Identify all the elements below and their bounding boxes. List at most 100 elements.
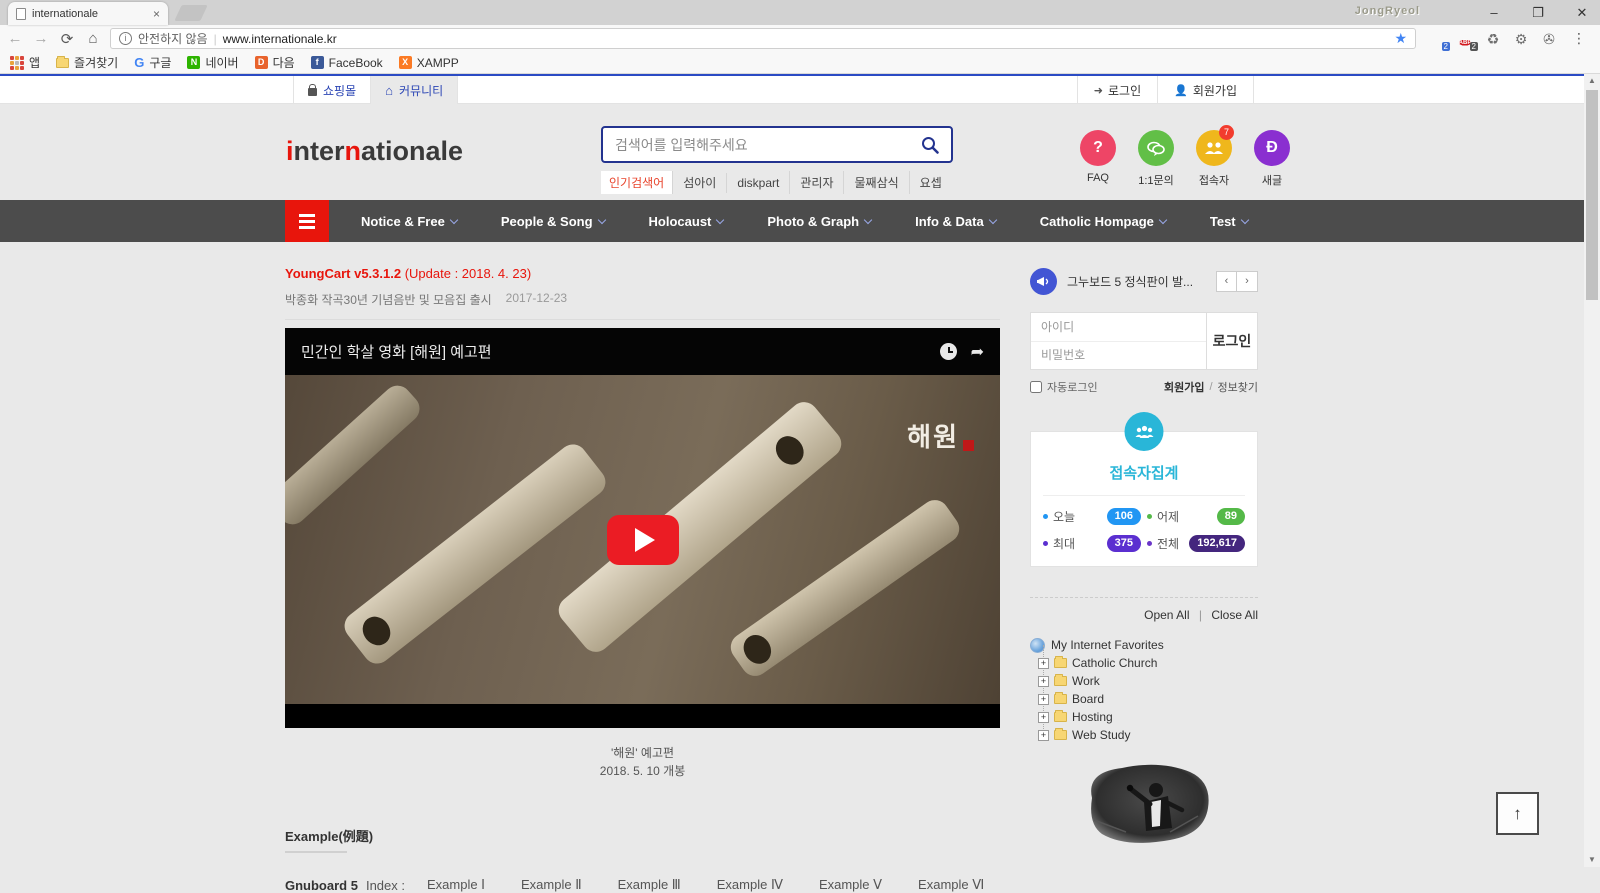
tab-community[interactable]: ⌂ 커뮤니티 (370, 76, 458, 104)
news-item[interactable]: 박종화 작곡30년 기념음반 및 모음집 출시 2017-12-23 (285, 291, 1000, 320)
nav-photo-graph[interactable]: Photo & Graph (745, 214, 893, 229)
bookmark-favorites-folder[interactable]: 즐겨찾기 (56, 54, 118, 71)
bookmark-xampp[interactable]: X XAMPP (399, 56, 459, 70)
new-posts-button[interactable]: Ð 새글 (1250, 130, 1294, 188)
hamburger-menu-icon[interactable] (285, 200, 329, 242)
bookmark-facebook[interactable]: f FaceBook (311, 56, 383, 70)
signup-link[interactable]: 회원가입 (1164, 379, 1204, 395)
page-scrollbar[interactable]: ▲ ▼ (1584, 74, 1600, 867)
adblock-extension-icon[interactable]: ABP 2 (1456, 30, 1474, 48)
tree-folder-board[interactable]: + Board (1038, 690, 1258, 708)
refresh-icon[interactable]: ⟳ (58, 30, 76, 48)
example-link[interactable]: Example Ⅰ (413, 877, 499, 893)
popular-term[interactable]: 요셉 (909, 171, 952, 194)
tree-folder-work[interactable]: + Work (1038, 672, 1258, 690)
tree-folder-web-study[interactable]: + Web Study (1038, 726, 1258, 744)
expand-icon[interactable]: + (1038, 712, 1049, 723)
expand-icon[interactable]: + (1038, 694, 1049, 705)
nav-catholic-hompage[interactable]: Catholic Hompage (1018, 214, 1188, 229)
inquiry-button[interactable]: 1:1문의 (1134, 130, 1178, 188)
nav-test[interactable]: Test (1188, 214, 1270, 229)
chrome-menu-icon[interactable]: ⋮ (1568, 30, 1590, 47)
browser-tab[interactable]: internationale × (8, 2, 168, 25)
site-logo[interactable]: internationale (286, 136, 463, 167)
popular-term[interactable]: 물째삼식 (843, 171, 908, 194)
example-link[interactable]: Example Ⅵ (904, 877, 998, 893)
address-bar[interactable]: i 안전하지 않음 | www.internationale.kr ★ (110, 28, 1416, 49)
nav-info-data[interactable]: Info & Data (893, 214, 1018, 229)
notice-prev-button[interactable]: ‹ (1216, 271, 1237, 292)
naver-icon: N (187, 56, 200, 69)
popular-term[interactable]: 관리자 (789, 171, 843, 194)
back-icon[interactable]: ← (6, 30, 24, 47)
example-link[interactable]: Example Ⅴ (805, 877, 896, 893)
video-title[interactable]: 민간인 학살 영화 [해원] 예고편 (301, 341, 940, 362)
tree-folder-hosting[interactable]: + Hosting (1038, 708, 1258, 726)
translate-extension-icon[interactable]: 2 (1428, 30, 1446, 48)
nav-holocaust[interactable]: Holocaust (627, 214, 746, 229)
share-icon[interactable]: ➦ (971, 342, 984, 362)
example-link[interactable]: Example Ⅲ (604, 877, 695, 893)
nav-notice-free[interactable]: Notice & Free (339, 214, 479, 229)
popular-term[interactable]: 섬아이 (672, 171, 726, 194)
find-info-link[interactable]: 정보찾기 (1218, 379, 1258, 395)
visitors-button[interactable]: 7 접속자 (1192, 130, 1236, 188)
expand-icon[interactable]: + (1038, 658, 1049, 669)
chevron-down-icon (1159, 215, 1167, 223)
watch-later-icon[interactable] (940, 343, 957, 360)
example-link[interactable]: Example Ⅳ (703, 877, 797, 893)
scrollbar-down-icon[interactable]: ▼ (1584, 853, 1600, 867)
scroll-to-top-button[interactable]: ↑ (1496, 792, 1539, 835)
info-icon[interactable]: i (119, 32, 132, 45)
tab-shop[interactable]: 쇼핑몰 (293, 76, 370, 104)
play-button[interactable] (607, 515, 679, 565)
join-link[interactable]: 👤 회원가입 (1157, 76, 1254, 104)
browser-chrome: internationale × JongRyeol – ❐ ✕ ← → ⟳ ⌂… (0, 0, 1600, 74)
stat-yesterday-value: 89 (1217, 508, 1245, 525)
bookmark-star-icon[interactable]: ★ (1394, 30, 1407, 47)
scrollbar-thumb[interactable] (1586, 90, 1598, 300)
faq-button[interactable]: ? FAQ (1076, 130, 1120, 188)
expand-icon[interactable]: + (1038, 676, 1049, 687)
nav-people-song[interactable]: People & Song (479, 214, 627, 229)
new-tab-button[interactable] (174, 5, 207, 21)
login-link[interactable]: ➜ 로그인 (1077, 76, 1157, 104)
video-player[interactable]: 민간인 학살 영화 [해원] 예고편 ➦ 해원 (285, 328, 1000, 728)
auto-login-checkbox[interactable] (1030, 381, 1042, 393)
news-title[interactable]: 박종화 작곡30년 기념음반 및 모음집 출시 (285, 291, 492, 308)
bookmark-google[interactable]: G 구글 (134, 54, 171, 71)
notice-ticker[interactable]: 그누보드 5 정식판이 발... ‹ › (1030, 266, 1258, 296)
id-field[interactable] (1031, 313, 1206, 341)
login-button[interactable]: 로그인 (1206, 313, 1257, 369)
gear-extension-icon[interactable]: ⚙ (1512, 30, 1530, 48)
notice-next-button[interactable]: › (1237, 271, 1258, 292)
close-all-link[interactable]: Close All (1211, 608, 1258, 622)
close-button[interactable]: ✕ (1572, 5, 1592, 21)
question-icon: ? (1080, 130, 1116, 166)
tree-root[interactable]: My Internet Favorites (1030, 636, 1258, 654)
tab-close-icon[interactable]: × (153, 7, 160, 21)
tree-folder-catholic-church[interactable]: + Catholic Church (1038, 654, 1258, 672)
search-icon[interactable] (921, 136, 939, 154)
example-link[interactable]: Example Ⅱ (507, 877, 596, 893)
recycle-extension-icon[interactable]: ♻ (1484, 30, 1502, 48)
bookmark-daum[interactable]: D 다음 (255, 54, 295, 71)
bookmark-naver[interactable]: N 네이버 (187, 54, 238, 71)
bookmark-apps[interactable]: 앱 (10, 54, 40, 71)
maximize-button[interactable]: ❐ (1528, 5, 1548, 21)
auto-login-option[interactable]: 자동로그인 (1030, 379, 1098, 395)
search-input[interactable] (615, 137, 921, 153)
expand-icon[interactable]: + (1038, 730, 1049, 741)
capture-extension-icon[interactable]: ✇ (1540, 30, 1558, 48)
notice-text[interactable]: 그누보드 5 정식판이 발... (1067, 273, 1206, 290)
url-text[interactable]: www.internationale.kr (223, 32, 337, 46)
home-icon[interactable]: ⌂ (84, 30, 102, 47)
popular-term[interactable]: diskpart (726, 173, 789, 193)
minimize-button[interactable]: – (1484, 5, 1504, 20)
xampp-icon: X (399, 56, 412, 69)
password-field[interactable] (1031, 341, 1206, 370)
open-all-link[interactable]: Open All (1144, 608, 1189, 622)
forward-icon[interactable]: → (32, 30, 50, 47)
folder-icon (56, 58, 69, 68)
scrollbar-up-icon[interactable]: ▲ (1584, 74, 1600, 88)
